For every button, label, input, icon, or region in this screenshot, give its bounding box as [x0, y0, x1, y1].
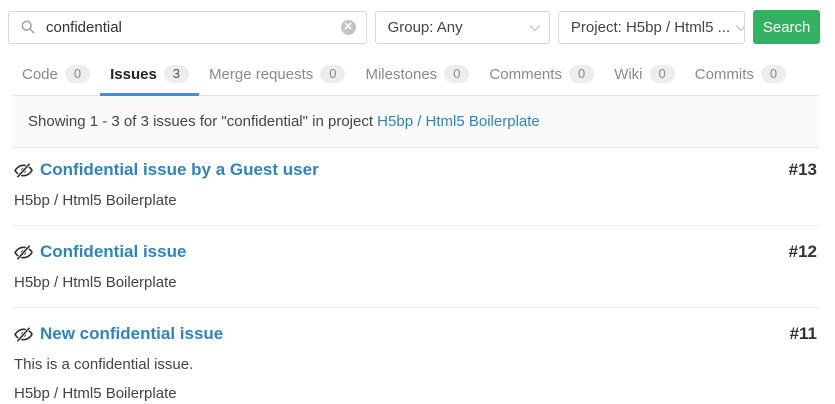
- tab-count-badge: 0: [761, 65, 786, 83]
- search-icon: [21, 20, 35, 34]
- issue-project-name: H5bp / Html5 Boilerplate: [14, 385, 817, 402]
- result-header: Confidential issue by a Guest user #13: [14, 160, 817, 180]
- issue-id: #12: [789, 242, 817, 262]
- tab-code[interactable]: Code 0: [12, 53, 100, 96]
- issue-result-row: Confidential issue by a Guest user #13 H…: [12, 148, 819, 226]
- search-input[interactable]: [44, 18, 341, 37]
- result-header: New confidential issue #11: [14, 324, 817, 344]
- tab-label: Merge requests: [209, 66, 313, 83]
- search-box[interactable]: ✕: [8, 11, 367, 44]
- chevron-down-icon: [530, 21, 540, 31]
- search-toolbar: ✕ Group: Any Project: H5bp / Html5 ... S…: [0, 0, 835, 53]
- results-summary-bar: Showing 1 - 3 of 3 issues for "confident…: [12, 96, 819, 148]
- issue-title-link[interactable]: Confidential issue: [40, 242, 779, 262]
- issue-title-link[interactable]: New confidential issue: [40, 324, 780, 344]
- summary-project-link[interactable]: H5bp / Html5 Boilerplate: [377, 113, 540, 130]
- tab-count-badge: 3: [164, 65, 189, 83]
- tab-wiki[interactable]: Wiki 0: [604, 53, 685, 96]
- tab-count-badge: 0: [320, 65, 345, 83]
- issue-project-name: H5bp / Html5 Boilerplate: [14, 274, 817, 291]
- tab-commits[interactable]: Commits 0: [685, 53, 796, 96]
- issue-result-row: New confidential issue #11 This is a con…: [12, 308, 819, 404]
- tab-label: Commits: [695, 66, 754, 83]
- clear-search-icon[interactable]: ✕: [341, 20, 356, 35]
- results-summary-text: Showing 1 - 3 of 3 issues for "confident…: [28, 113, 377, 130]
- issue-title-link[interactable]: Confidential issue by a Guest user: [40, 160, 779, 180]
- tab-label: Issues: [110, 66, 157, 83]
- group-filter-value: Group: Any: [388, 19, 463, 36]
- search-scope-tabs: Code 0 Issues 3 Merge requests 0 Milesto…: [12, 53, 819, 96]
- eye-slash-icon: [14, 245, 33, 260]
- eye-slash-icon: [14, 163, 33, 178]
- tab-label: Code: [22, 66, 58, 83]
- tab-milestones[interactable]: Milestones 0: [355, 53, 479, 96]
- tab-label: Wiki: [614, 66, 642, 83]
- issue-results-list: Confidential issue by a Guest user #13 H…: [12, 148, 819, 404]
- tab-count-badge: 0: [569, 65, 594, 83]
- tab-comments[interactable]: Comments 0: [479, 53, 604, 96]
- project-filter-dropdown[interactable]: Project: H5bp / Html5 ...: [558, 11, 745, 44]
- issue-id: #13: [789, 160, 817, 180]
- issue-description: This is a confidential issue.: [14, 356, 817, 373]
- tab-count-badge: 0: [650, 65, 675, 83]
- issue-id: #11: [790, 324, 817, 344]
- issue-project-name: H5bp / Html5 Boilerplate: [14, 192, 817, 209]
- issue-result-row: Confidential issue #12 H5bp / Html5 Boil…: [12, 226, 819, 308]
- tab-count-badge: 0: [65, 65, 90, 83]
- tab-label: Milestones: [365, 66, 437, 83]
- search-button[interactable]: Search: [753, 10, 820, 44]
- tab-count-badge: 0: [444, 65, 469, 83]
- tab-label: Comments: [489, 66, 562, 83]
- group-filter-dropdown[interactable]: Group: Any: [375, 11, 550, 44]
- project-filter-value: Project: H5bp / Html5 ...: [571, 19, 730, 36]
- result-header: Confidential issue #12: [14, 242, 817, 262]
- chevron-down-icon: [736, 21, 745, 31]
- tab-issues[interactable]: Issues 3: [100, 53, 199, 96]
- tab-merge-requests[interactable]: Merge requests 0: [199, 53, 355, 96]
- eye-slash-icon: [14, 327, 33, 342]
